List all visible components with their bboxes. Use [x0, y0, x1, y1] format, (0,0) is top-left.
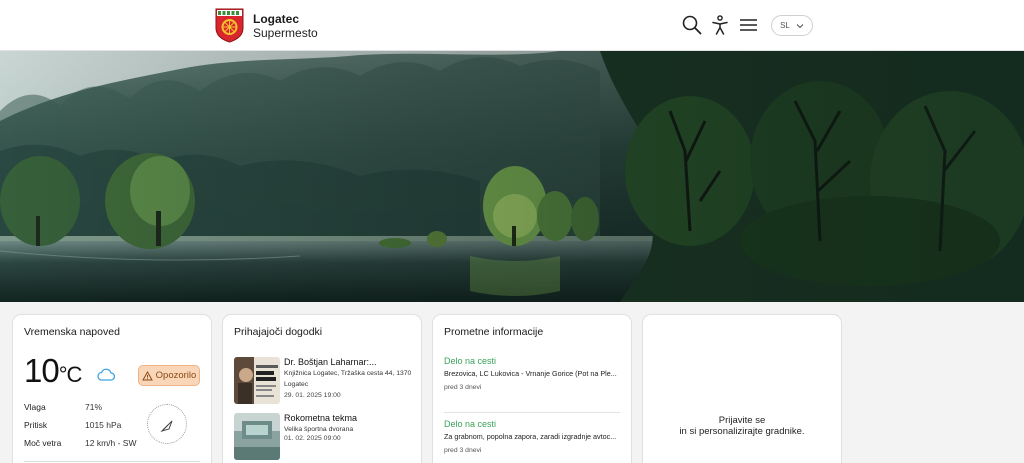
humidity-label: Vlaga: [24, 402, 46, 412]
language-select[interactable]: SL: [771, 15, 813, 36]
wind-value: 12 km/h - SW: [85, 438, 137, 448]
wind-label: Moč vetra: [24, 438, 62, 448]
site-header: Logatec Supermesto SL: [0, 0, 1024, 51]
weather-title: Vremenska napoved: [24, 326, 120, 338]
menu-icon[interactable]: [738, 14, 760, 36]
login-prompt[interactable]: Prijavite se in si personalizirajte grad…: [643, 415, 841, 437]
traffic-divider: [444, 412, 620, 413]
chevron-down-icon: [796, 23, 804, 28]
language-label: SL: [780, 21, 790, 30]
traffic-item[interactable]: Delo na cesti Brezovica, LC Lukovica - V…: [444, 356, 622, 391]
traffic-kind: Delo na cesti: [444, 419, 497, 429]
login-line-1: Prijavite se: [718, 415, 766, 426]
traffic-title: Prometne informacije: [444, 326, 544, 338]
event-date: 29. 01. 2025 19:00: [284, 392, 341, 399]
warning-icon: [141, 370, 153, 380]
temperature: 10°C: [24, 352, 83, 390]
brand-tagline: Supermesto: [253, 26, 318, 40]
event-location: Knjižnica Logatec, Tržaška cesta 44, 137…: [284, 370, 412, 388]
accessibility-icon[interactable]: [709, 14, 731, 36]
temperature-unit: °C: [58, 362, 83, 387]
search-icon[interactable]: [681, 14, 703, 36]
weather-card[interactable]: Vremenska napoved 10°C Opozorilo Vlaga 7…: [12, 314, 212, 463]
wind-direction-icon: [160, 420, 173, 433]
warning-label: Opozorilo: [155, 370, 197, 381]
event-location: Velika športna dvorana: [284, 426, 354, 433]
wind-compass: [147, 404, 187, 444]
temperature-value: 10: [24, 352, 60, 389]
traffic-time: pred 3 dnevi: [444, 383, 482, 391]
events-title: Prihajajoči dogodki: [234, 326, 323, 338]
traffic-description: Brezovica, LC Lukovica - Vrnanje Gorice …: [444, 369, 617, 378]
weather-divider: [24, 461, 200, 462]
events-card: Prihajajoči dogodki Dr. Boštjan Laharnar…: [222, 314, 422, 463]
event-title: Dr. Boštjan Laharnar:...: [284, 357, 377, 367]
brand-name: Logatec: [253, 12, 300, 26]
event-item[interactable]: Rokometna tekma Velika športna dvorana 0…: [234, 413, 414, 460]
login-line-2: in si personalizirajte gradnike.: [679, 426, 805, 437]
warning-button[interactable]: Opozorilo: [138, 365, 200, 386]
cloud-icon: [97, 368, 115, 381]
humidity-value: 71%: [85, 402, 103, 412]
traffic-description: Za grabnom, popolna zapora, zaradi izgra…: [444, 432, 617, 441]
event-thumbnail: [234, 413, 280, 460]
traffic-time: pred 3 dnevi: [444, 446, 482, 454]
event-item[interactable]: Dr. Boštjan Laharnar:... Knjižnica Logat…: [234, 357, 414, 404]
brand[interactable]: Logatec Supermesto: [253, 12, 318, 40]
pressure-label: Pritisk: [24, 420, 48, 430]
traffic-kind: Delo na cesti: [444, 356, 497, 366]
logatec-crest-logo[interactable]: [215, 8, 244, 43]
event-date: 01. 02. 2025 09:00: [284, 435, 341, 442]
hero-image: [0, 51, 1024, 302]
pressure-value: 1015 hPa: [85, 420, 122, 430]
traffic-item[interactable]: Delo na cesti Za grabnom, popolna zapora…: [444, 419, 622, 454]
personalize-card[interactable]: Prijavite se in si personalizirajte grad…: [642, 314, 842, 463]
event-thumbnail: [234, 357, 280, 404]
event-title: Rokometna tekma: [284, 413, 358, 423]
traffic-card: Prometne informacije Delo na cesti Brezo…: [432, 314, 632, 463]
